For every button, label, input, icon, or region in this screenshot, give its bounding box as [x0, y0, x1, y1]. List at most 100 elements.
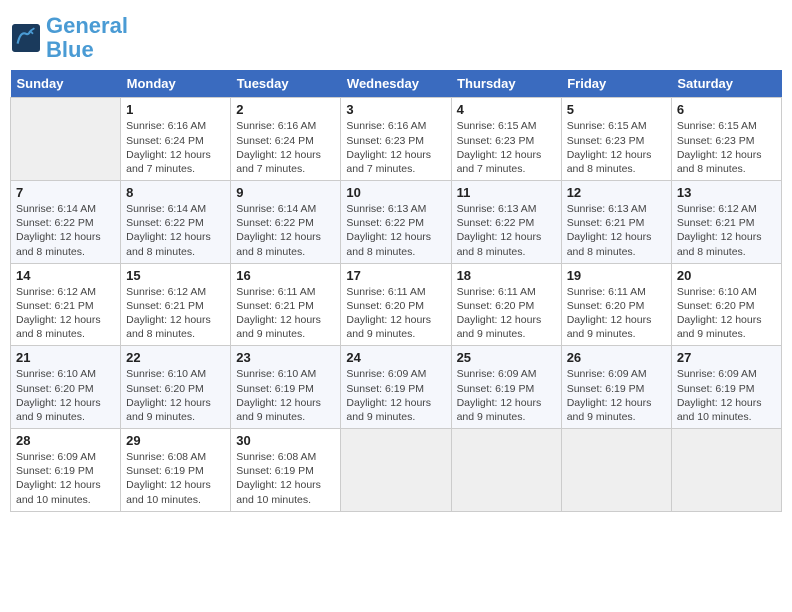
day-number: 23 [236, 350, 335, 365]
day-number: 15 [126, 268, 225, 283]
calendar-cell: 12 Sunrise: 6:13 AM Sunset: 6:21 PM Dayli… [561, 181, 671, 264]
day-number: 30 [236, 433, 335, 448]
day-number: 27 [677, 350, 776, 365]
day-info: Sunrise: 6:14 AM Sunset: 6:22 PM Dayligh… [126, 202, 225, 259]
day-info: Sunrise: 6:08 AM Sunset: 6:19 PM Dayligh… [236, 450, 335, 507]
day-number: 21 [16, 350, 115, 365]
day-number: 17 [346, 268, 445, 283]
calendar-cell: 18 Sunrise: 6:11 AM Sunset: 6:20 PM Dayli… [451, 263, 561, 346]
calendar-cell: 21 Sunrise: 6:10 AM Sunset: 6:20 PM Dayli… [11, 346, 121, 429]
calendar-cell: 8 Sunrise: 6:14 AM Sunset: 6:22 PM Daylig… [121, 181, 231, 264]
calendar-cell: 9 Sunrise: 6:14 AM Sunset: 6:22 PM Daylig… [231, 181, 341, 264]
day-info: Sunrise: 6:11 AM Sunset: 6:20 PM Dayligh… [457, 285, 556, 342]
day-number: 24 [346, 350, 445, 365]
day-info: Sunrise: 6:13 AM Sunset: 6:22 PM Dayligh… [457, 202, 556, 259]
day-header-tuesday: Tuesday [231, 70, 341, 98]
day-info: Sunrise: 6:15 AM Sunset: 6:23 PM Dayligh… [457, 119, 556, 176]
day-info: Sunrise: 6:14 AM Sunset: 6:22 PM Dayligh… [236, 202, 335, 259]
calendar-cell: 30 Sunrise: 6:08 AM Sunset: 6:19 PM Dayli… [231, 429, 341, 512]
calendar-cell: 15 Sunrise: 6:12 AM Sunset: 6:21 PM Dayli… [121, 263, 231, 346]
page-header: General Blue [10, 10, 782, 62]
calendar-cell [11, 98, 121, 181]
calendar-cell: 25 Sunrise: 6:09 AM Sunset: 6:19 PM Dayli… [451, 346, 561, 429]
day-info: Sunrise: 6:09 AM Sunset: 6:19 PM Dayligh… [457, 367, 556, 424]
day-number: 8 [126, 185, 225, 200]
day-info: Sunrise: 6:11 AM Sunset: 6:21 PM Dayligh… [236, 285, 335, 342]
logo-icon [12, 24, 40, 52]
calendar-cell: 17 Sunrise: 6:11 AM Sunset: 6:20 PM Dayli… [341, 263, 451, 346]
calendar-cell [671, 429, 781, 512]
day-info: Sunrise: 6:13 AM Sunset: 6:21 PM Dayligh… [567, 202, 666, 259]
header-row: SundayMondayTuesdayWednesdayThursdayFrid… [11, 70, 782, 98]
calendar-week-1: 1 Sunrise: 6:16 AM Sunset: 6:24 PM Daylig… [11, 98, 782, 181]
day-header-saturday: Saturday [671, 70, 781, 98]
calendar-cell [341, 429, 451, 512]
day-number: 2 [236, 102, 335, 117]
day-info: Sunrise: 6:10 AM Sunset: 6:20 PM Dayligh… [16, 367, 115, 424]
day-number: 14 [16, 268, 115, 283]
day-number: 20 [677, 268, 776, 283]
calendar-cell: 4 Sunrise: 6:15 AM Sunset: 6:23 PM Daylig… [451, 98, 561, 181]
calendar-cell: 5 Sunrise: 6:15 AM Sunset: 6:23 PM Daylig… [561, 98, 671, 181]
day-number: 6 [677, 102, 776, 117]
day-number: 29 [126, 433, 225, 448]
day-number: 7 [16, 185, 115, 200]
calendar-cell: 11Sunrise: 6:13 AM Sunset: 6:22 PM Dayli… [451, 181, 561, 264]
calendar-cell: 20 Sunrise: 6:10 AM Sunset: 6:20 PM Dayli… [671, 263, 781, 346]
calendar-cell [561, 429, 671, 512]
day-number: 25 [457, 350, 556, 365]
day-info: Sunrise: 6:16 AM Sunset: 6:23 PM Dayligh… [346, 119, 445, 176]
day-number: 19 [567, 268, 666, 283]
calendar-cell: 1Sunrise: 6:16 AM Sunset: 6:24 PM Daylig… [121, 98, 231, 181]
day-info: Sunrise: 6:10 AM Sunset: 6:20 PM Dayligh… [126, 367, 225, 424]
day-info: Sunrise: 6:11 AM Sunset: 6:20 PM Dayligh… [567, 285, 666, 342]
calendar-cell: 14 Sunrise: 6:12 AM Sunset: 6:21 PM Dayli… [11, 263, 121, 346]
calendar-cell [451, 429, 561, 512]
logo: General Blue [10, 14, 128, 62]
day-number: 16 [236, 268, 335, 283]
day-info: Sunrise: 6:14 AM Sunset: 6:22 PM Dayligh… [16, 202, 115, 259]
calendar-cell: 19 Sunrise: 6:11 AM Sunset: 6:20 PM Dayli… [561, 263, 671, 346]
day-header-friday: Friday [561, 70, 671, 98]
day-number: 9 [236, 185, 335, 200]
day-header-monday: Monday [121, 70, 231, 98]
day-number: 12 [567, 185, 666, 200]
day-info: Sunrise: 6:13 AM Sunset: 6:22 PM Dayligh… [346, 202, 445, 259]
day-number: 5 [567, 102, 666, 117]
calendar-week-3: 14 Sunrise: 6:12 AM Sunset: 6:21 PM Dayli… [11, 263, 782, 346]
calendar-cell: 7 Sunrise: 6:14 AM Sunset: 6:22 PM Daylig… [11, 181, 121, 264]
day-number: 22 [126, 350, 225, 365]
calendar-cell: 23Sunrise: 6:10 AM Sunset: 6:19 PM Dayli… [231, 346, 341, 429]
day-info: Sunrise: 6:10 AM Sunset: 6:20 PM Dayligh… [677, 285, 776, 342]
calendar-week-4: 21 Sunrise: 6:10 AM Sunset: 6:20 PM Dayli… [11, 346, 782, 429]
calendar-week-2: 7 Sunrise: 6:14 AM Sunset: 6:22 PM Daylig… [11, 181, 782, 264]
day-info: Sunrise: 6:16 AM Sunset: 6:24 PM Dayligh… [236, 119, 335, 176]
day-number: 13 [677, 185, 776, 200]
day-info: Sunrise: 6:12 AM Sunset: 6:21 PM Dayligh… [126, 285, 225, 342]
day-number: 1 [126, 102, 225, 117]
day-number: 18 [457, 268, 556, 283]
calendar-cell: 22 Sunrise: 6:10 AM Sunset: 6:20 PM Dayli… [121, 346, 231, 429]
calendar-body: 1 Sunrise: 6:16 AM Sunset: 6:24 PM Daylig… [11, 98, 782, 511]
logo-text2: Blue [46, 38, 128, 62]
day-info: Sunrise: 6:11 AM Sunset: 6:20 PM Dayligh… [346, 285, 445, 342]
day-info: Sunrise: 6:12 AM Sunset: 6:21 PM Dayligh… [677, 202, 776, 259]
day-info: Sunrise: 6:09 AM Sunset: 6:19 PM Dayligh… [567, 367, 666, 424]
day-header-sunday: Sunday [11, 70, 121, 98]
calendar-cell: 2 Sunrise: 6:16 AM Sunset: 6:24 PM Daylig… [231, 98, 341, 181]
calendar-week-5: 28Sunrise: 6:09 AM Sunset: 6:19 PM Dayli… [11, 429, 782, 512]
day-header-thursday: Thursday [451, 70, 561, 98]
day-number: 3 [346, 102, 445, 117]
day-info: Sunrise: 6:15 AM Sunset: 6:23 PM Dayligh… [567, 119, 666, 176]
day-info: Sunrise: 6:12 AM Sunset: 6:21 PM Dayligh… [16, 285, 115, 342]
day-info: Sunrise: 6:15 AM Sunset: 6:23 PM Dayligh… [677, 119, 776, 176]
day-number: 4 [457, 102, 556, 117]
calendar-cell: 26 Sunrise: 6:09 AM Sunset: 6:19 PM Dayli… [561, 346, 671, 429]
day-info: Sunrise: 6:09 AM Sunset: 6:19 PM Dayligh… [346, 367, 445, 424]
day-header-wednesday: Wednesday [341, 70, 451, 98]
calendar-cell: 13 Sunrise: 6:12 AM Sunset: 6:21 PM Dayli… [671, 181, 781, 264]
calendar-table: SundayMondayTuesdayWednesdayThursdayFrid… [10, 70, 782, 511]
logo-text: General [46, 14, 128, 38]
day-number: 26 [567, 350, 666, 365]
calendar-cell: 10Sunrise: 6:13 AM Sunset: 6:22 PM Dayli… [341, 181, 451, 264]
